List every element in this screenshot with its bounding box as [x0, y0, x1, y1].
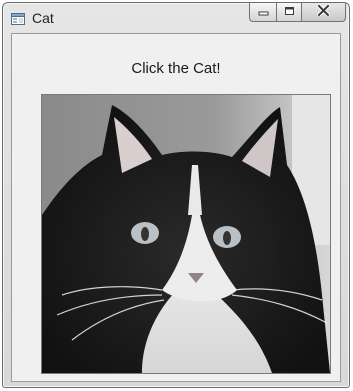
- cat-photo: [42, 95, 330, 373]
- maximize-button[interactable]: [276, 3, 302, 22]
- cat-window: Cat Click the Cat!: [2, 2, 350, 388]
- close-button[interactable]: [302, 3, 346, 22]
- minimize-button[interactable]: [249, 3, 276, 22]
- window-title: Cat: [32, 10, 54, 26]
- form-client-area: Click the Cat!: [11, 33, 341, 382]
- title-bar[interactable]: Cat: [3, 3, 349, 33]
- caption-buttons: [249, 3, 346, 23]
- maximize-icon: [284, 3, 295, 21]
- minimize-icon: [258, 3, 269, 21]
- cat-picture-box[interactable]: [41, 94, 331, 374]
- click-the-cat-label: Click the Cat!: [131, 60, 221, 77]
- close-icon: [316, 3, 331, 21]
- form-window-icon: [11, 12, 25, 25]
